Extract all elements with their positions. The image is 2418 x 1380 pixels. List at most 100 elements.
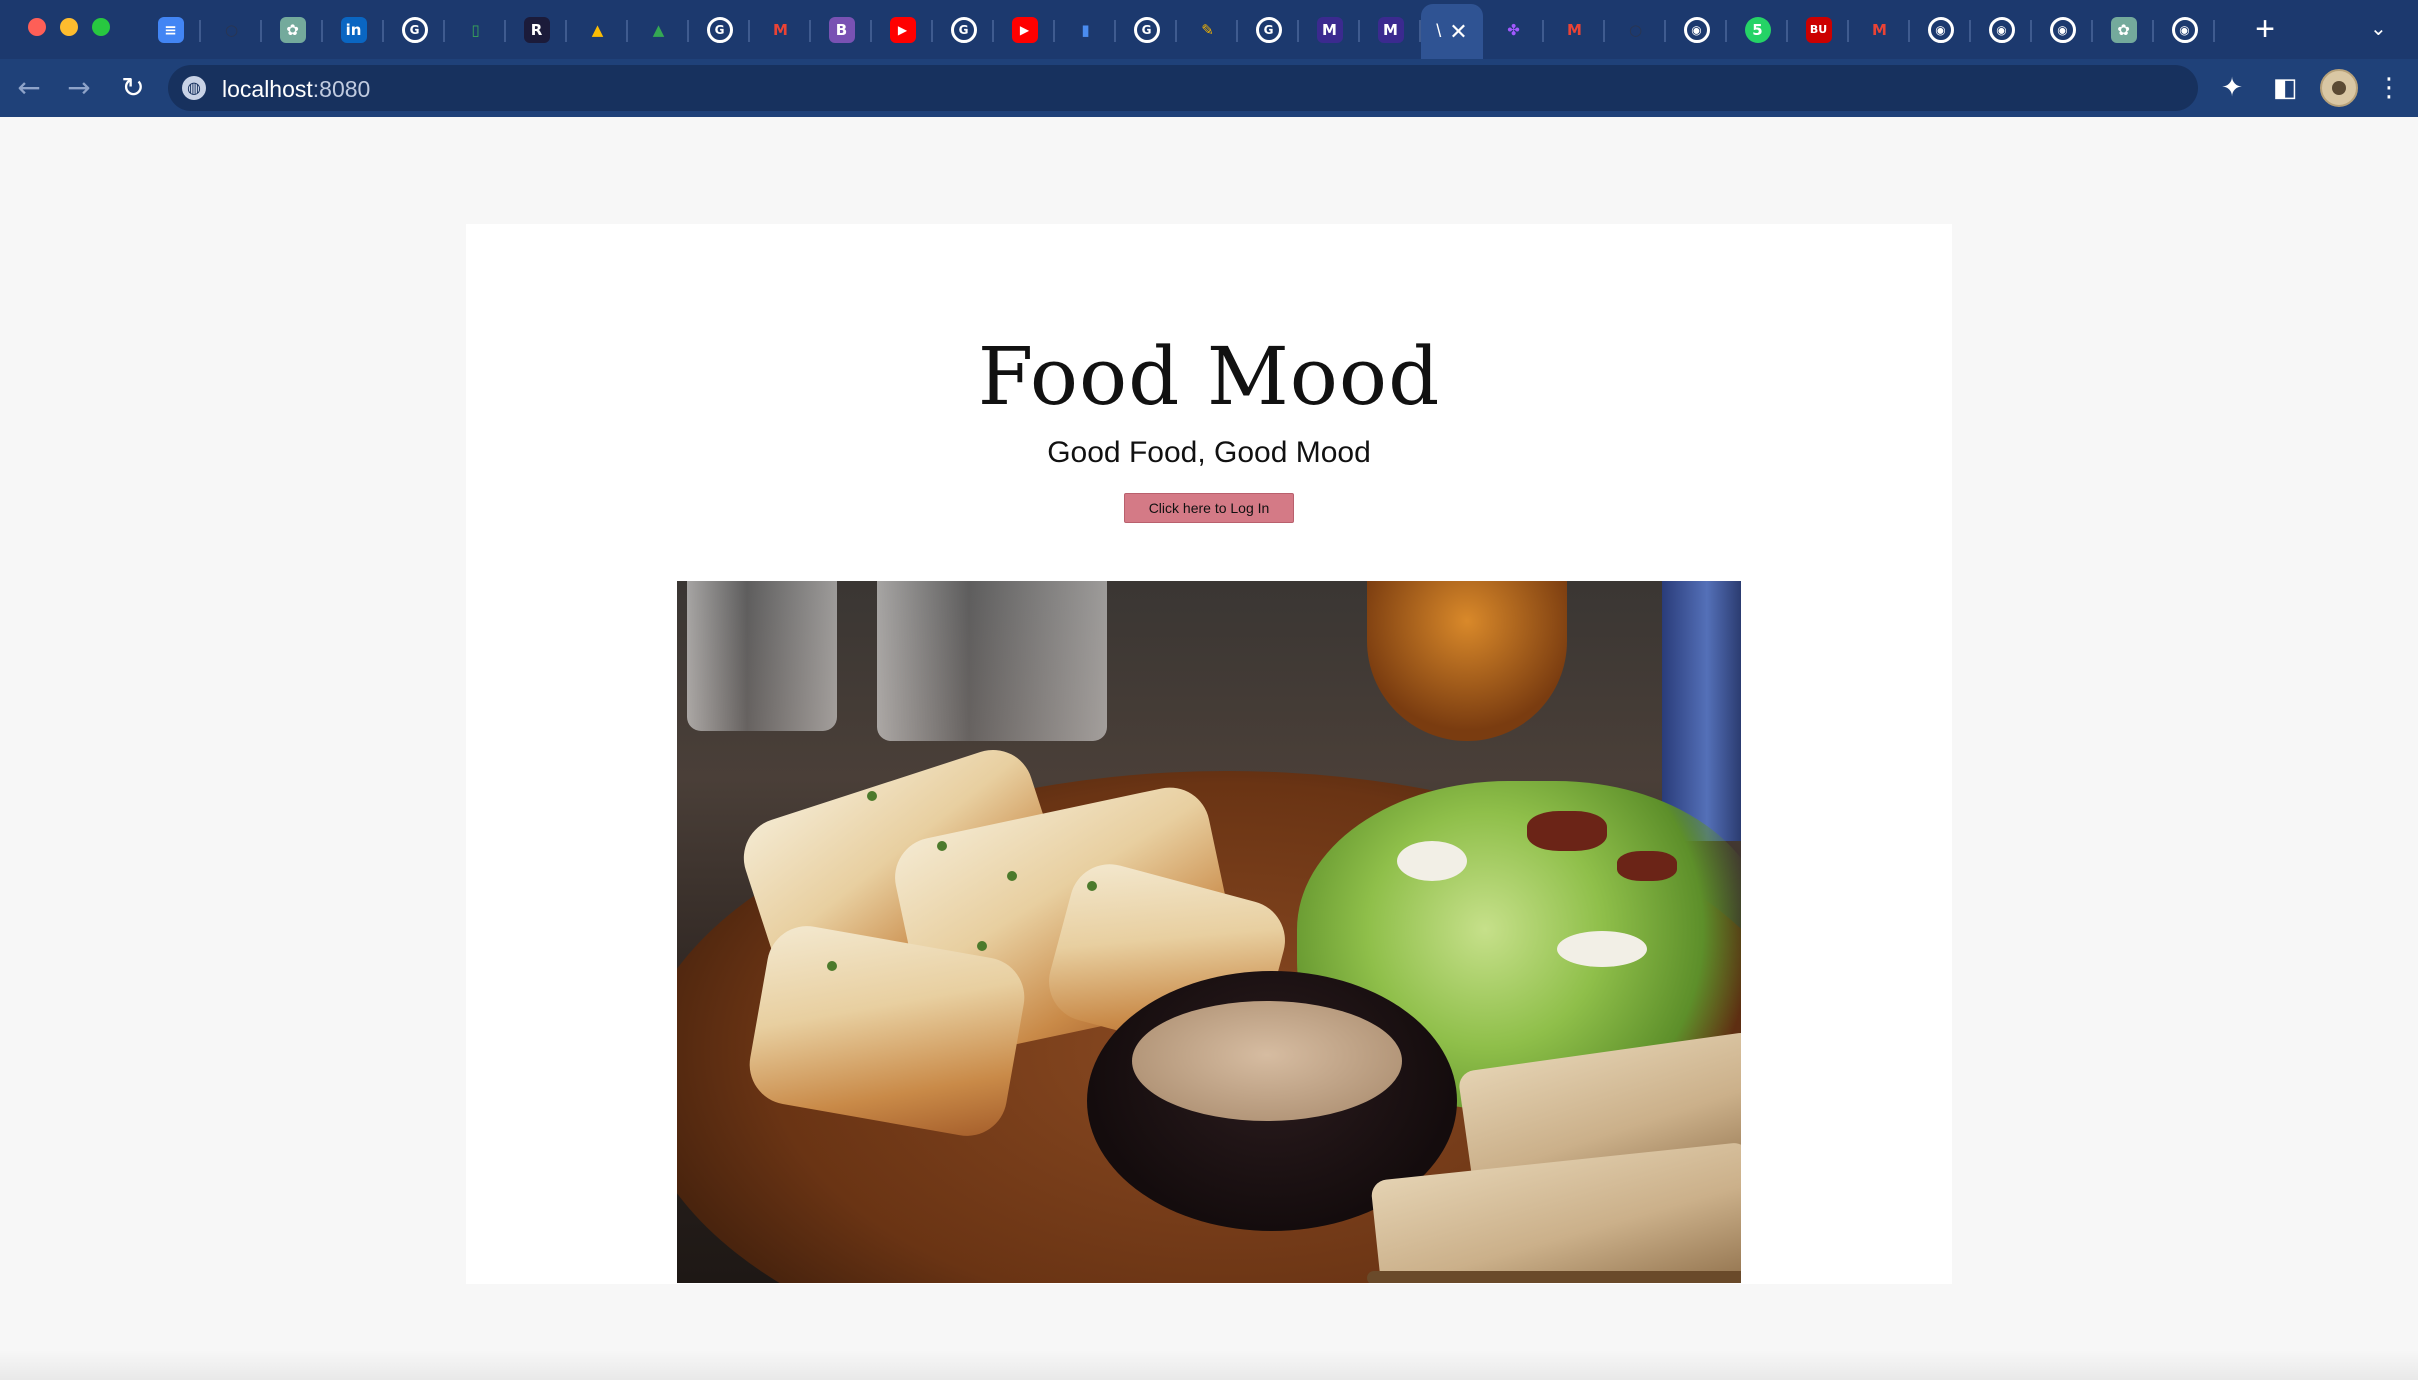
url-port: :8080 [312,76,371,102]
browser-tab[interactable]: ▶ [994,0,1055,59]
google-icon: G [706,16,733,43]
browser-tab[interactable]: ◉ [1666,0,1727,59]
chrome-icon: ◉ [2049,16,2076,43]
m-app-icon: M [1316,16,1343,43]
browser-toolbar: ← → ↻ ◍ localhost:8080 ✦ ◧ ⋮ [0,59,2418,117]
browser-menu-icon[interactable]: ⋮ [2372,71,2406,105]
browser-tab[interactable]: ▶ [872,0,933,59]
google-drive-icon: ▲ [652,20,665,39]
google-icon: G [1133,16,1160,43]
profile-avatar[interactable] [2320,69,2358,107]
browser-tab[interactable]: ✿ [262,0,323,59]
url-text[interactable]: localhost:8080 [222,76,370,103]
extensions-icon[interactable]: ✦ [2215,71,2249,105]
browser-tab[interactable]: ◉ [1971,0,2032,59]
herb-garnish [1007,871,1017,881]
browser-tab[interactable]: G [933,0,994,59]
google-icon: G [1255,16,1282,43]
browser-tab[interactable]: ▮ [1055,0,1116,59]
close-tab-icon[interactable]: ✕ [1449,19,1467,45]
herb-garnish [937,841,947,851]
linkedin-icon: in [340,16,367,43]
chrome-icon: ◉ [1988,16,2015,43]
browser-tab[interactable]: ▲ [567,0,628,59]
browser-tab[interactable]: ▲ [628,0,689,59]
browser-tab[interactable]: G [1238,0,1299,59]
browser-tab[interactable]: G [384,0,445,59]
page-subtitle: Good Food, Good Mood [1047,436,1371,469]
browser-tab[interactable]: M [1849,0,1910,59]
page-title: Food Mood [977,330,1441,423]
browser-tab[interactable]: BU [1788,0,1849,59]
browser-tab[interactable]: G [1116,0,1177,59]
chatgpt-icon: ✿ [279,16,306,43]
browser-tab[interactable]: ✎ [1177,0,1238,59]
gmail-icon: M [1567,20,1582,39]
tab-strip: ≡ ○ ✿ in G ▯ R ▲ ▲ G M B ▶ G ▶ ▮ G ✎ G M M \ ✕ ✤ M ○ ◉ 5 BU M ◉ ◉ ◉ ✿ ◉ + … [0,0,2418,59]
food-plate-photo [677,581,1741,1283]
browser-tab[interactable]: G [689,0,750,59]
tab-search-icon[interactable]: ⌄ [2370,16,2387,41]
browser-tab[interactable]: ○ [1605,0,1666,59]
back-button[interactable]: ← [8,67,50,109]
m-app-icon: M [1377,16,1404,43]
chrome-icon: ◉ [2171,16,2198,43]
google-drive-icon: ▲ [591,20,604,39]
whatsapp-icon: 5 [1744,16,1771,43]
herb-garnish [827,961,837,971]
browser-tab[interactable]: in [323,0,384,59]
dried-tomato [1617,851,1677,881]
youtube-icon: ▶ [889,16,916,43]
bread-crust [1367,1271,1741,1283]
bottle [1662,581,1741,841]
bootstrap-icon: B [828,16,855,43]
forward-button[interactable]: → [58,67,100,109]
browser-tab[interactable]: B [811,0,872,59]
new-tab-button[interactable]: + [2248,12,2282,46]
salad-dressing [1557,931,1647,967]
browser-tab[interactable]: ✤ [1483,0,1544,59]
address-bar[interactable]: ◍ localhost:8080 [168,65,2198,111]
google-icon: G [950,16,977,43]
github-icon: ○ [1628,20,1643,39]
close-window-icon[interactable] [28,18,46,36]
site-info-icon[interactable]: ◍ [182,76,206,100]
figma-icon: ✤ [1507,20,1520,39]
dipping-sauce [1132,1001,1402,1121]
dried-tomato [1527,811,1607,851]
browser-tab[interactable]: M [1544,0,1605,59]
salad-dressing [1397,841,1467,881]
browser-tab[interactable]: ◉ [2154,0,2215,59]
maximize-window-icon[interactable] [92,18,110,36]
tab-list: ≡ ○ ✿ in G ▯ R ▲ ▲ G M B ▶ G ▶ ▮ G ✎ G M M \ ✕ ✤ M ○ ◉ 5 BU M ◉ ◉ ◉ ✿ ◉ [140,0,2215,59]
browser-tab[interactable]: ○ [201,0,262,59]
active-tab[interactable]: \ ✕ [1421,4,1483,59]
side-panel-icon[interactable]: ◧ [2268,71,2302,105]
analytics-icon: ▮ [1081,20,1090,39]
herb-garnish [977,941,987,951]
browser-tab[interactable]: ◉ [1910,0,1971,59]
gmail-icon: M [1872,20,1887,39]
browser-chrome: ≡ ○ ✿ in G ▯ R ▲ ▲ G M B ▶ G ▶ ▮ G ✎ G M M \ ✕ ✤ M ○ ◉ 5 BU M ◉ ◉ ◉ ✿ ◉ + … [0,0,2418,117]
minimize-window-icon[interactable] [60,18,78,36]
url-host: localhost [222,76,313,102]
browser-tab[interactable]: M [750,0,811,59]
reload-button[interactable]: ↻ [112,67,154,109]
r-app-icon: R [523,16,550,43]
water-glass [877,581,1107,741]
browser-tab[interactable]: ▯ [445,0,506,59]
browser-tab[interactable]: M [1299,0,1360,59]
browser-tab[interactable]: ≡ [140,0,201,59]
herb-garnish [1087,881,1097,891]
browser-tab[interactable]: 5 [1727,0,1788,59]
bu-icon: BU [1805,16,1832,43]
login-button[interactable]: Click here to Log In [1124,493,1294,523]
browser-tab[interactable]: M [1360,0,1421,59]
chrome-icon: ◉ [1927,16,1954,43]
browser-tab[interactable]: R [506,0,567,59]
browser-tab[interactable]: ✿ [2093,0,2154,59]
chatgpt-icon: ✿ [2110,16,2137,43]
active-tab-title: \ [1436,21,1442,41]
browser-tab[interactable]: ◉ [2032,0,2093,59]
phone-icon: ▯ [471,20,480,39]
